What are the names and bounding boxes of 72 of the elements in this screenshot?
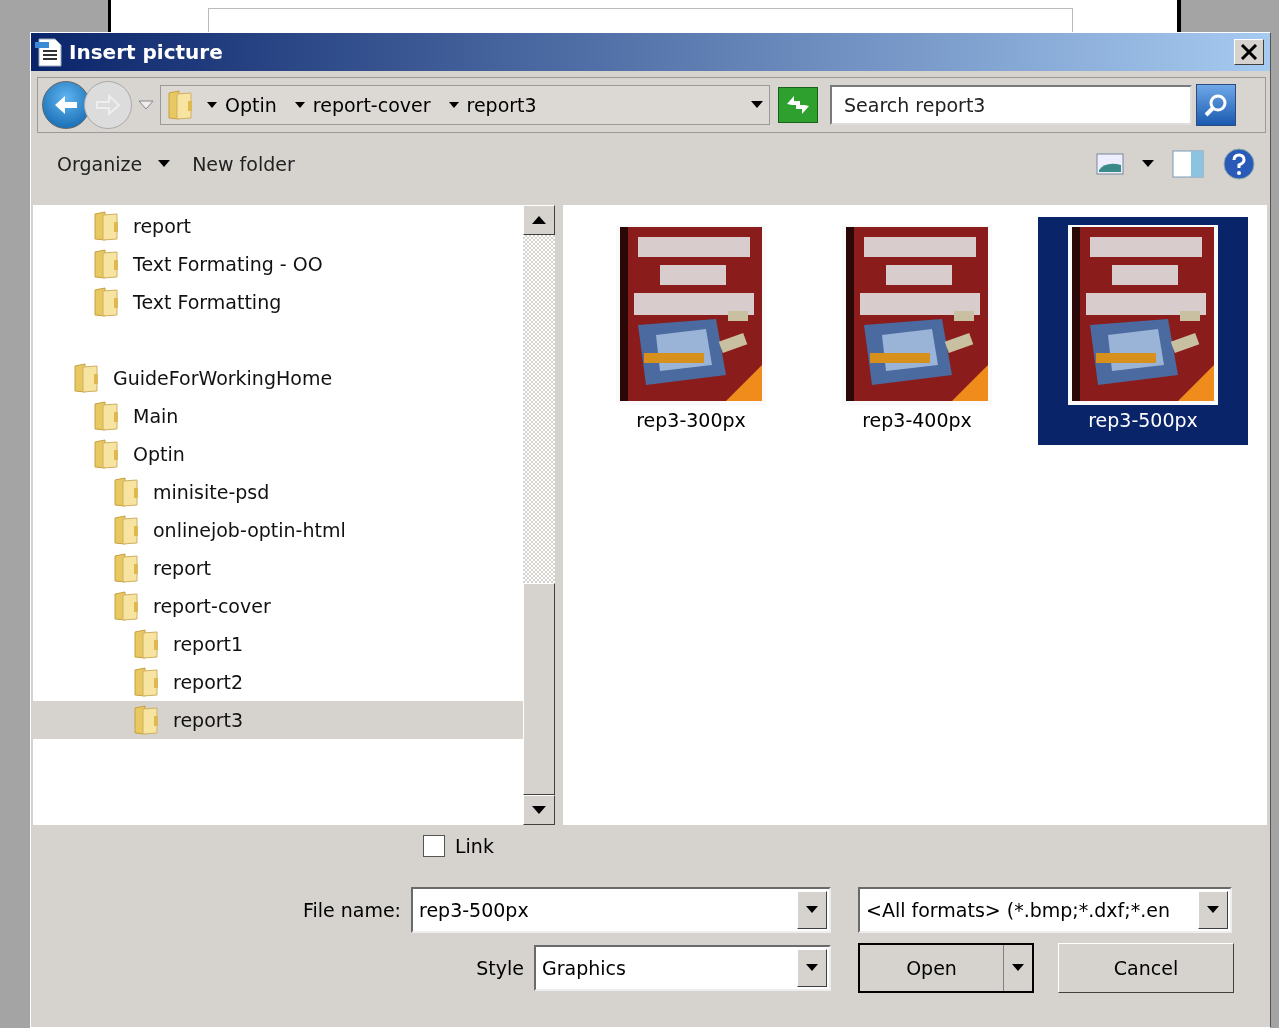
close-icon — [1240, 44, 1258, 60]
folder-icon — [133, 704, 159, 736]
tree-item[interactable]: Optin — [33, 435, 523, 473]
scroll-thumb[interactable] — [523, 583, 555, 795]
search-button[interactable] — [1196, 84, 1236, 126]
dropdown-icon — [806, 964, 818, 972]
left-arrow-icon — [53, 94, 79, 116]
open-button[interactable]: Open — [858, 943, 1034, 993]
view-dropdown[interactable] — [1142, 160, 1154, 168]
style-dropdown[interactable]: Graphics — [534, 945, 831, 991]
dropdown-icon — [1207, 906, 1219, 914]
breadcrumb[interactable]: Optin — [203, 94, 281, 116]
folder-icon — [133, 628, 159, 660]
document-icon — [33, 36, 65, 68]
address-bar[interactable]: Optin report-cover report3 — [160, 85, 770, 125]
caret-icon — [448, 101, 459, 109]
tree-item[interactable]: report1 — [33, 625, 523, 663]
field-label: File name: — [301, 899, 402, 921]
tree-item[interactable]: report — [33, 549, 523, 587]
file-tile[interactable]: rep3-500px — [1038, 217, 1248, 445]
tree-item[interactable]: minisite-psd — [33, 473, 523, 511]
folder-icon — [113, 552, 139, 584]
help-icon[interactable] — [1222, 147, 1256, 181]
checkbox[interactable] — [423, 835, 445, 857]
window-title: Insert picture — [69, 40, 224, 64]
caret-icon — [158, 160, 171, 168]
tree-item[interactable]: Text Formatting — [33, 283, 523, 321]
scroll-down-button[interactable] — [523, 795, 555, 825]
folder-icon — [113, 476, 139, 508]
tree-item[interactable]: report-cover — [33, 587, 523, 625]
tree-item[interactable]: onlinejob-optin-html — [33, 511, 523, 549]
caret-icon — [1142, 160, 1154, 168]
folder-icon — [93, 438, 119, 470]
caret-icon — [294, 101, 305, 109]
caret-icon — [207, 101, 217, 109]
tree-item[interactable]: report — [33, 207, 523, 245]
tree-item[interactable]: GuideForWorkingHome — [33, 359, 523, 397]
breadcrumb[interactable]: report-cover — [290, 94, 435, 116]
tree-item[interactable]: Main — [33, 397, 523, 435]
file-tile[interactable]: rep3-400px — [812, 217, 1022, 445]
folder-icon — [93, 400, 119, 432]
folder-icon — [133, 666, 159, 698]
checkbox-label: Link — [455, 835, 494, 857]
new-folder-button[interactable]: New folder — [190, 149, 297, 179]
view-icon[interactable] — [1096, 153, 1124, 175]
folder-icon — [113, 514, 139, 546]
organize-button[interactable]: Organize — [55, 149, 173, 179]
folder-icon — [73, 362, 99, 394]
folder-icon — [93, 248, 119, 280]
field-label: Style — [475, 957, 525, 979]
caret-icon — [1012, 964, 1024, 972]
cancel-button[interactable]: Cancel — [1058, 943, 1234, 993]
up-triangle-icon — [532, 216, 546, 224]
dropdown-icon — [806, 906, 818, 914]
folder-icon — [113, 590, 139, 622]
close-button[interactable] — [1234, 39, 1264, 65]
tree-item[interactable]: report3 — [33, 701, 523, 739]
scroll-up-button[interactable] — [523, 205, 555, 235]
file-type-dropdown[interactable]: <All formats> (*.bmp;*.dxf;*.en — [858, 887, 1232, 933]
down-triangle-icon — [532, 806, 546, 814]
search-icon — [1203, 92, 1229, 118]
search-field[interactable]: Search report3 — [830, 85, 1192, 125]
dropdown-icon — [751, 101, 763, 109]
file-name-field[interactable]: rep3-500px — [411, 887, 831, 933]
breadcrumb[interactable]: report3 — [444, 94, 541, 116]
tree-item[interactable]: report2 — [33, 663, 523, 701]
tree-item[interactable]: Text Formating - OO — [33, 245, 523, 283]
refresh-button[interactable] — [778, 87, 818, 123]
folder-icon — [167, 89, 193, 121]
folder-icon — [93, 210, 119, 242]
folder-icon — [93, 286, 119, 318]
file-tile[interactable]: rep3-300px — [586, 217, 796, 445]
